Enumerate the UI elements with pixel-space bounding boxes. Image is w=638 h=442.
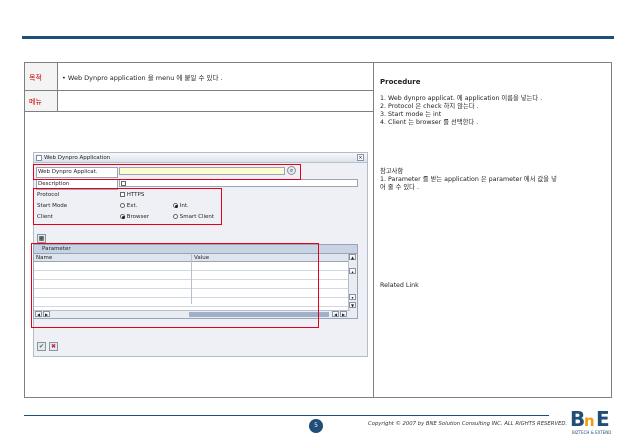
note-line-1: 1. Parameter 를 받는 application 은 paramete… xyxy=(380,176,557,183)
svg-text:E: E xyxy=(596,407,610,431)
confirm-icon[interactable]: ✔ xyxy=(37,342,46,351)
description-row: Description xyxy=(34,179,367,190)
procedure-title: Procedure xyxy=(380,78,421,86)
table-settings-icon[interactable]: ▦ xyxy=(37,234,46,243)
svg-text:B: B xyxy=(570,407,585,431)
scroll-page-down-icon[interactable]: ▾ xyxy=(349,294,356,300)
description-checkbox[interactable] xyxy=(121,181,126,186)
highlight-parameter-table xyxy=(31,243,319,328)
copyright-text: Copyright © 2007 by BNE Solution Consult… xyxy=(368,421,568,427)
scroll-up-icon[interactable]: ▲ xyxy=(349,254,356,260)
procedure-line-2: 2. Protocol 은 check 하지 않는다 . xyxy=(380,103,479,110)
purpose-text: • Web Dynpro application 을 menu 에 붙일 수 있… xyxy=(62,74,223,82)
vertical-scrollbar[interactable]: ▲ ▴ ▾ ▼ xyxy=(348,254,357,318)
procedure-line-1: 1. Web dynpro applicat. 에 application 이름… xyxy=(380,95,543,102)
footer-rule xyxy=(24,415,549,416)
scroll-page-up-icon[interactable]: ▴ xyxy=(349,268,356,274)
related-link[interactable]: Related Link xyxy=(380,282,419,290)
window-icon xyxy=(36,155,42,161)
scroll-down-icon[interactable]: ▼ xyxy=(349,302,356,308)
note-line-2: 어 줄 수 있다 . xyxy=(380,184,419,191)
page-number: 5 xyxy=(309,419,323,433)
cancel-icon[interactable]: ✖ xyxy=(49,342,58,351)
row-divider-2 xyxy=(24,111,374,112)
highlight-app-field xyxy=(33,164,301,180)
description-input[interactable] xyxy=(119,179,358,187)
sap-window-title: Web Dynpro Application xyxy=(44,155,111,161)
menu-label: 메뉴 xyxy=(29,98,42,106)
scroll-right-icon[interactable]: ▶ xyxy=(340,311,347,317)
row-divider-1 xyxy=(24,90,374,91)
header-rule xyxy=(22,36,614,39)
highlight-options xyxy=(33,188,222,225)
close-icon[interactable]: × xyxy=(357,154,364,161)
column-divider xyxy=(373,62,374,398)
procedure-line-3: 3. Start mode 는 int xyxy=(380,111,442,118)
scroll-left-end-icon[interactable]: ◀ xyxy=(332,311,339,317)
bne-logo: B n E BIZTECH & EXTEND xyxy=(570,407,611,435)
purpose-label: 목적 xyxy=(29,74,42,82)
svg-text:n: n xyxy=(584,412,595,430)
procedure-line-4: 4. Client 는 browser 를 선택한다 . xyxy=(380,119,479,126)
sap-title-bar: Web Dynpro Application × xyxy=(34,153,367,163)
note-title: 참고사항 xyxy=(380,168,404,175)
svg-text:BIZTECH & EXTEND: BIZTECH & EXTEND xyxy=(572,430,611,435)
